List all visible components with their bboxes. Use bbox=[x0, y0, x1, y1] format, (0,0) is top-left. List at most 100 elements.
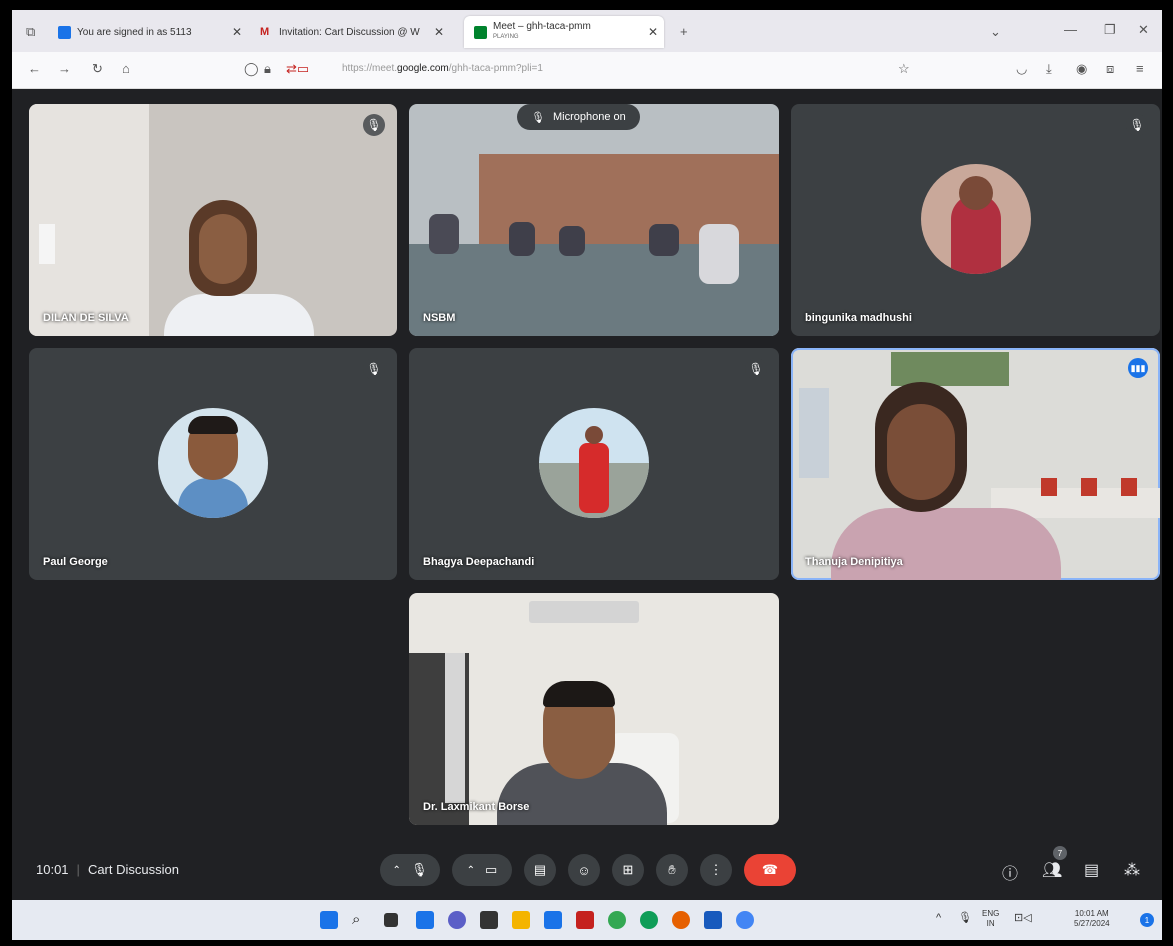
microphone-control[interactable]: ⌃ 🎙︎ bbox=[380, 854, 440, 886]
mcafee-icon[interactable] bbox=[576, 911, 594, 929]
meeting-details-icon[interactable]: ⓘ bbox=[1002, 860, 1018, 884]
app-l-icon[interactable] bbox=[544, 911, 562, 929]
pocket-icon[interactable]: ◡ bbox=[1016, 61, 1027, 77]
url-domain: google.com bbox=[397, 63, 449, 74]
video-camera-icon[interactable]: ▭ bbox=[485, 862, 497, 878]
tab-bar: ⧉ You are signed in as 5113 ✕ M Invitati… bbox=[12, 10, 1162, 52]
menu-icon[interactable]: ≡ bbox=[1136, 61, 1144, 76]
bookmark-star-icon[interactable]: ☆ bbox=[898, 61, 910, 77]
store-icon[interactable] bbox=[480, 911, 498, 929]
participant-name: Thanuja Denipitiya bbox=[805, 556, 903, 568]
gmail-favicon-icon: M bbox=[260, 25, 270, 38]
widgets-icon[interactable] bbox=[416, 911, 434, 929]
microphone-on-banner: 🎙︎ Microphone on bbox=[517, 104, 640, 130]
mic-banner-label: Microphone on bbox=[552, 111, 626, 123]
search-icon[interactable]: ⌕ bbox=[352, 911, 370, 929]
participant-name: Paul George bbox=[43, 556, 108, 568]
participant-name: NSBM bbox=[423, 312, 456, 324]
task-view-icon[interactable] bbox=[384, 913, 398, 927]
avatar bbox=[921, 164, 1031, 274]
participant-tile-nsbm[interactable]: 🎙︎ Microphone on NSBM bbox=[409, 104, 779, 336]
home-icon[interactable]: ⌂ bbox=[122, 61, 130, 76]
participant-name: Dr. Laxmikant Borse bbox=[423, 801, 530, 813]
close-window-icon[interactable]: ✕ bbox=[1138, 22, 1149, 38]
captions-button[interactable]: ▤ bbox=[524, 854, 556, 886]
tab-meet[interactable]: Meet – ghh-taca-pmm PLAYING ✕ bbox=[464, 16, 664, 48]
tab-list-icon[interactable]: ⌄ bbox=[990, 24, 1001, 40]
new-tab-button[interactable]: + bbox=[680, 24, 688, 39]
extensions-icon[interactable]: ⧈ bbox=[1106, 61, 1114, 77]
firefox-icon[interactable] bbox=[672, 911, 690, 929]
lang-bottom: IN bbox=[986, 919, 995, 928]
participants-count-badge: 7 bbox=[1053, 846, 1067, 860]
participant-tile-bingunika[interactable]: 🎙︎ bingunika madhushi bbox=[791, 104, 1160, 336]
account-icon[interactable]: ◉ bbox=[1076, 61, 1087, 77]
address-bar[interactable]: https://meet.google.com/ghh-taca-pmm?pli… bbox=[342, 63, 543, 74]
emoji-icon: ☺ bbox=[577, 862, 591, 878]
chevron-up-icon[interactable]: ⌃ bbox=[393, 865, 401, 876]
muted-mic-icon: 🎙︎ bbox=[1126, 114, 1148, 136]
more-options-button[interactable]: ⋮ bbox=[700, 854, 732, 886]
clock-time: 10:01 AM bbox=[1074, 909, 1109, 918]
chrome-icon[interactable] bbox=[608, 911, 626, 929]
chevron-up-icon[interactable]: ⌃ bbox=[467, 865, 475, 876]
url-suffix: /ghh-taca-pmm?pli=1 bbox=[448, 63, 543, 74]
lock-icon[interactable]: 🔒︎ bbox=[264, 61, 271, 77]
tracking-shield-icon[interactable]: ◯ bbox=[244, 61, 259, 77]
raise-hand-button[interactable]: ✋︎ bbox=[656, 854, 688, 886]
participant-tile-laxmikant[interactable]: Dr. Laxmikant Borse bbox=[409, 593, 779, 825]
camera-control[interactable]: ⌃ ▭ bbox=[452, 854, 512, 886]
url-prefix: https://meet. bbox=[342, 63, 398, 74]
muted-mic-icon: 🎙︎ bbox=[363, 358, 385, 380]
clock-date: 5/27/2024 bbox=[1074, 919, 1110, 928]
participant-tile-paul[interactable]: 🎙︎ Paul George bbox=[29, 348, 397, 580]
chat-icon[interactable]: ▤ bbox=[1084, 860, 1099, 880]
activities-icon[interactable]: ⁂ bbox=[1124, 860, 1140, 880]
leave-call-button[interactable]: ☎ bbox=[744, 854, 796, 886]
reactions-button[interactable]: ☺ bbox=[568, 854, 600, 886]
restore-icon[interactable]: ❐ bbox=[1104, 22, 1116, 38]
tab-overview-icon[interactable]: ⧉ bbox=[26, 24, 35, 40]
signin-favicon-icon bbox=[58, 25, 71, 39]
speaking-indicator-icon: ▮▮▮ bbox=[1128, 358, 1148, 378]
language-indicator[interactable]: ENG IN bbox=[982, 909, 999, 929]
file-explorer-icon[interactable] bbox=[512, 911, 530, 929]
minimize-icon[interactable]: — bbox=[1064, 22, 1077, 37]
chrome-profile-icon[interactable] bbox=[736, 911, 754, 929]
back-icon[interactable]: ← bbox=[28, 61, 41, 76]
close-tab-icon[interactable]: ✕ bbox=[434, 25, 444, 39]
camera-permission-icon[interactable]: ⇄▭ bbox=[286, 61, 309, 77]
end-call-icon: ☎ bbox=[761, 862, 779, 877]
forward-icon[interactable]: → bbox=[58, 61, 71, 76]
edge-icon[interactable] bbox=[640, 911, 658, 929]
close-tab-icon[interactable]: ✕ bbox=[232, 25, 242, 39]
people-icon[interactable]: 👥︎ bbox=[1042, 860, 1062, 880]
reload-icon[interactable]: ↻ bbox=[92, 61, 103, 77]
tab-label: You are signed in as 5113 bbox=[77, 26, 192, 38]
present-screen-button[interactable]: ⊞ bbox=[612, 854, 644, 886]
downloads-icon[interactable]: ⤓ bbox=[1046, 61, 1052, 77]
tab-invitation[interactable]: M Invitation: Cart Discussion @ W ✕ bbox=[260, 16, 450, 48]
nav-bar: ← → ↻ ⌂ ◯ 🔒︎ ⇄▭ https://meet.google.com/… bbox=[12, 52, 1162, 89]
participant-tile-thanuja[interactable]: ▮▮▮ Thanuja Denipitiya bbox=[791, 348, 1160, 580]
meeting-info: 10:01 | Cart Discussion bbox=[36, 862, 179, 877]
tab-label: Meet – ghh-taca-pmm bbox=[493, 21, 591, 32]
more-vert-icon: ⋮ bbox=[709, 862, 723, 877]
show-hidden-icons-icon[interactable]: ^ bbox=[936, 913, 941, 924]
participant-tile-bhagya[interactable]: 🎙︎ Bhagya Deepachandi bbox=[409, 348, 779, 580]
teams-chat-icon[interactable] bbox=[448, 911, 466, 929]
tab-signed-in[interactable]: You are signed in as 5113 ✕ bbox=[58, 16, 248, 48]
participant-name: Bhagya Deepachandi bbox=[423, 556, 535, 568]
tab-playing-label: PLAYING bbox=[493, 34, 519, 40]
word-icon[interactable] bbox=[704, 911, 722, 929]
notification-badge[interactable]: 1 bbox=[1140, 913, 1154, 927]
network-volume-icon[interactable]: ⊡◁ bbox=[1014, 913, 1032, 924]
meet-favicon-icon bbox=[474, 25, 487, 39]
mic-icon[interactable]: 🎙︎ bbox=[411, 862, 428, 878]
clock[interactable]: 10:01 AM 5/27/2024 bbox=[1074, 909, 1110, 929]
participant-tile-dilan[interactable]: 🎙︎ DILAN DE SILVA bbox=[29, 104, 397, 336]
windows-start-icon[interactable] bbox=[320, 911, 338, 929]
close-tab-icon[interactable]: ✕ bbox=[648, 25, 658, 39]
tray-mic-icon[interactable]: 🎙︎ bbox=[958, 913, 972, 924]
meeting-control-bar: 10:01 | Cart Discussion ⌃ 🎙︎ ⌃ ▭ ▤ ☺ ⊞ ✋︎ … bbox=[12, 838, 1162, 900]
